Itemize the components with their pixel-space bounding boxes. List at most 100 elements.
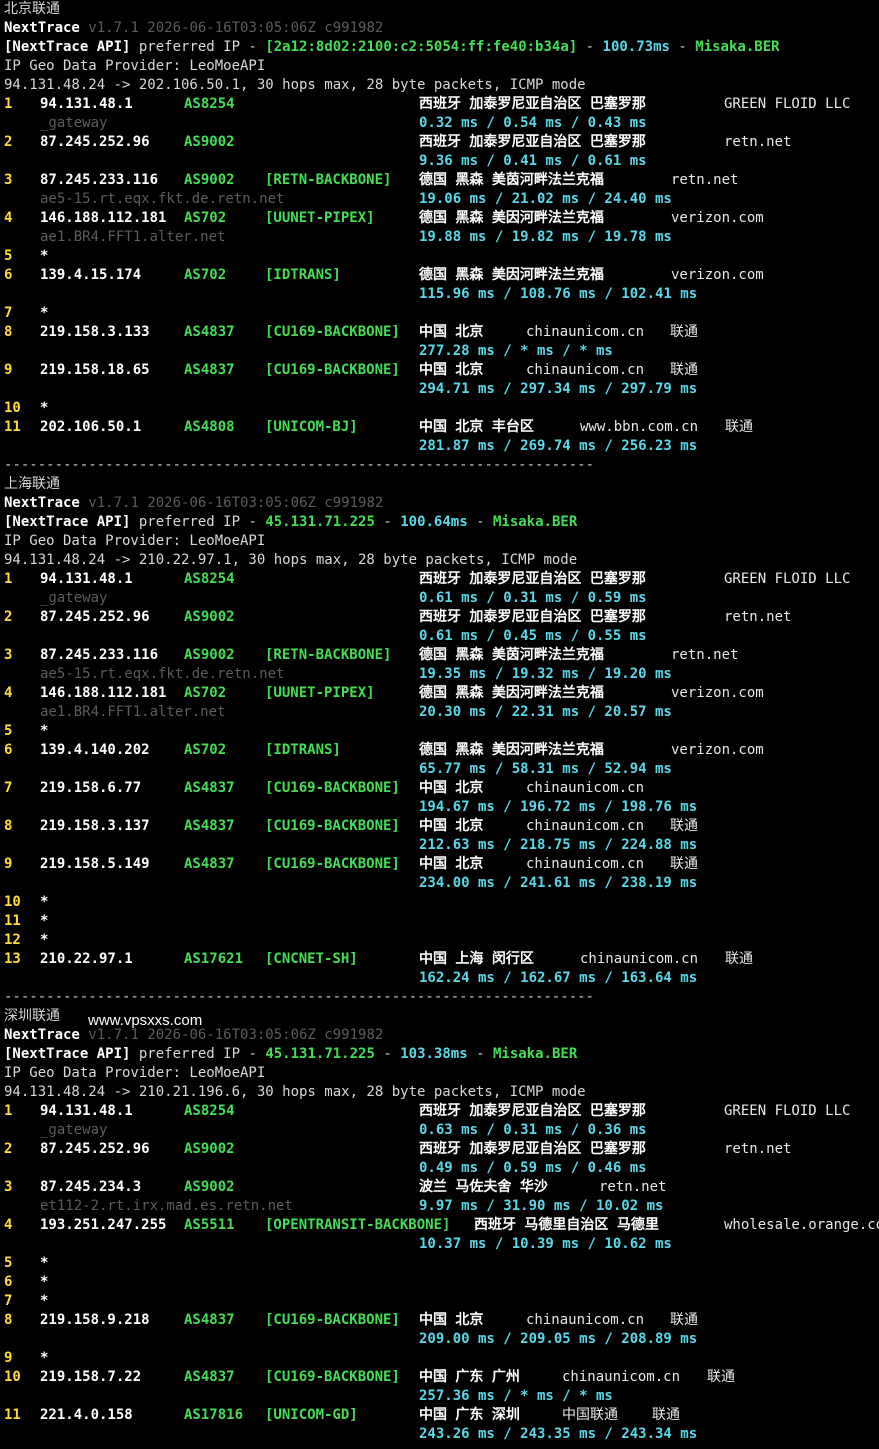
hop-number: 6	[4, 742, 13, 758]
hop-detail-row: 0.49 ms / 0.59 ms / 0.46 ms	[0, 1159, 879, 1178]
hop-number: 3	[4, 172, 13, 188]
api-text: preferred IP -	[138, 39, 257, 55]
hop-isp: 联通	[652, 1407, 680, 1423]
hop-timeout-row: 12 *	[0, 931, 879, 950]
api-line: [NextTrace API] preferred IP - 45.131.71…	[0, 513, 879, 532]
hop-detail-row: 10.37 ms / 10.39 ms / 10.62 ms	[0, 1235, 879, 1254]
hop-geo: 中国 北京	[419, 780, 484, 796]
hop-isp: 联通	[725, 419, 753, 435]
route-text: 94.131.48.24 -> 202.106.50.1, 30 hops ma…	[4, 77, 586, 93]
timeout-marker: *	[40, 894, 49, 910]
hop-host: retn.net	[724, 609, 792, 625]
hop-geo: 德国 黑森 美茵河畔法兰克福	[419, 172, 604, 188]
hop-ip: 219.158.6.77	[40, 780, 142, 796]
hop-ip: 219.158.18.65	[40, 362, 150, 378]
hop-rtt: 65.77 ms / 58.31 ms / 52.94 ms	[419, 761, 672, 777]
hop-number: 1	[4, 96, 13, 112]
hop-asn: AS4837	[184, 856, 235, 872]
hop-detail-row: 257.36 ms / * ms / * ms	[0, 1387, 879, 1406]
hop-geo: 德国 黑森 美因河畔法兰克福	[419, 742, 604, 758]
hop-rtt: 0.61 ms / 0.31 ms / 0.59 ms	[419, 590, 647, 606]
hop-number: 7	[4, 1293, 13, 1309]
hop-number: 7	[4, 305, 13, 321]
hop-asn: AS4837	[184, 362, 235, 378]
hop-rdns: _gateway	[40, 590, 108, 606]
hop-isp: 联通	[670, 362, 698, 378]
tool-version: v1.7.1 2026-06-16T03:05:06Z c991982	[88, 20, 384, 36]
hop-rtt: 243.26 ms / 243.35 ms / 243.34 ms	[419, 1426, 698, 1442]
hop-row: 4 146.188.112.181 AS702 [UUNET-PIPEX] 德国 黑森 …	[0, 209, 879, 228]
hop-detail-row: 243.26 ms / 243.35 ms / 243.34 ms	[0, 1425, 879, 1444]
hop-asn: AS9002	[184, 172, 235, 188]
api-ip: [2a12:8d02:2100:c2:5054:ff:fe40:b34a]	[265, 39, 578, 55]
hop-timeout-row: 7 *	[0, 1292, 879, 1311]
tool-version-line: NextTrace v1.7.1 2026-06-16T03:05:06Z c9…	[0, 19, 879, 38]
hop-rtt: 162.24 ms / 162.67 ms / 163.64 ms	[419, 970, 698, 986]
hop-row: 7 219.158.6.77 AS4837 [CU169-BACKBONE] 中国 北京…	[0, 779, 879, 798]
api-info: [NextTrace API] preferred IP - [2a12:8d0…	[4, 38, 780, 57]
api-tag: [NextTrace API]	[4, 514, 131, 530]
hop-row: 2 87.245.252.96 AS9002 西班牙 加泰罗尼亚自治区 巴塞罗那 ret…	[0, 1140, 879, 1159]
hop-rtt: 257.36 ms / * ms / * ms	[419, 1388, 613, 1404]
hop-ip: 219.158.3.133	[40, 324, 150, 340]
hop-asn: AS702	[184, 210, 227, 226]
hop-detail-row: 115.96 ms / 108.76 ms / 102.41 ms	[0, 285, 879, 304]
hop-asn: AS8254	[184, 96, 235, 112]
hop-asn: AS4837	[184, 324, 235, 340]
hop-asn: AS9002	[184, 609, 235, 625]
section-title-text: 北京联通	[4, 1, 60, 17]
hop-geo: 西班牙 加泰罗尼亚自治区 巴塞罗那	[419, 1103, 646, 1119]
hop-isp: 联通	[725, 951, 753, 967]
hop-geo: 德国 黑森 美因河畔法兰克福	[419, 685, 604, 701]
hop-tag: [UNICOM-GD]	[265, 1407, 358, 1423]
timeout-marker: *	[40, 1293, 49, 1309]
hop-isp: 联通	[707, 1369, 735, 1385]
hop-row: 1 94.131.48.1 AS8254 西班牙 加泰罗尼亚自治区 巴塞罗那 GREEN…	[0, 95, 879, 114]
hop-ip: 87.245.233.116	[40, 647, 159, 663]
hop-detail-row: 0.61 ms / 0.45 ms / 0.55 ms	[0, 627, 879, 646]
hop-ip: 94.131.48.1	[40, 96, 133, 112]
hop-rtt: 0.49 ms / 0.59 ms / 0.46 ms	[419, 1160, 647, 1176]
hop-number: 11	[4, 1407, 21, 1423]
hop-isp: 联通	[670, 818, 698, 834]
route-line: 94.131.48.24 -> 210.21.196.6, 30 hops ma…	[0, 1083, 879, 1102]
section-title-text: 上海联通	[4, 476, 60, 492]
geo-provider-line: IP Geo Data Provider: LeoMoeAPI	[0, 57, 879, 76]
hop-host: verizon.com	[671, 742, 764, 758]
hop-tag: [CU169-BACKBONE]	[265, 818, 400, 834]
hop-timeout-row: 6 *	[0, 1273, 879, 1292]
hop-tag: [CNCNET-SH]	[265, 951, 358, 967]
timeout-marker: *	[40, 913, 49, 929]
hop-geo: 西班牙 马德里自治区 马德里	[474, 1217, 659, 1233]
hop-timeout-row: 5 *	[0, 247, 879, 266]
hop-tag: [IDTRANS]	[265, 267, 341, 283]
hop-host: wholesale.orange.com	[724, 1217, 879, 1233]
hop-ip: 193.251.247.255	[40, 1217, 167, 1233]
hop-geo: 西班牙 加泰罗尼亚自治区 巴塞罗那	[419, 571, 646, 587]
geo-provider-text: IP Geo Data Provider: LeoMoeAPI	[4, 533, 266, 549]
hop-number: 3	[4, 1179, 13, 1195]
hop-rdns: ae1.BR4.FFT1.alter.net	[40, 704, 226, 720]
api-ip: 45.131.71.225	[265, 1046, 375, 1062]
hop-rtt: 20.30 ms / 22.31 ms / 20.57 ms	[419, 704, 672, 720]
geo-provider-line: IP Geo Data Provider: LeoMoeAPI	[0, 1064, 879, 1083]
hop-host: retn.net	[671, 172, 739, 188]
hop-rtt: 9.36 ms / 0.41 ms / 0.61 ms	[419, 153, 647, 169]
hop-detail-row: ae5-15.rt.eqx.fkt.de.retn.net 19.06 ms / …	[0, 190, 879, 209]
hop-ip: 94.131.48.1	[40, 571, 133, 587]
timeout-marker: *	[40, 1274, 49, 1290]
api-info: [NextTrace API] preferred IP - 45.131.71…	[4, 1045, 577, 1064]
hop-asn: AS4837	[184, 1369, 235, 1385]
hop-timeout-row: 10 *	[0, 893, 879, 912]
hop-ip: 87.245.252.96	[40, 134, 150, 150]
hop-geo: 西班牙 加泰罗尼亚自治区 巴塞罗那	[419, 134, 646, 150]
hop-host: retn.net	[671, 647, 739, 663]
hop-row: 9 219.158.5.149 AS4837 [CU169-BACKBONE] 中国 北…	[0, 855, 879, 874]
hop-rtt: 0.63 ms / 0.31 ms / 0.36 ms	[419, 1122, 647, 1138]
hop-tag: [CU169-BACKBONE]	[265, 1369, 400, 1385]
hop-host: verizon.com	[671, 267, 764, 283]
hop-row: 2 87.245.252.96 AS9002 西班牙 加泰罗尼亚自治区 巴塞罗那 ret…	[0, 608, 879, 627]
hop-detail-row: ae5-15.rt.eqx.fkt.de.retn.net 19.35 ms / …	[0, 665, 879, 684]
hop-geo: 德国 黑森 美因河畔法兰克福	[419, 210, 604, 226]
hop-host: GREEN FLOID LLC	[724, 1103, 851, 1119]
